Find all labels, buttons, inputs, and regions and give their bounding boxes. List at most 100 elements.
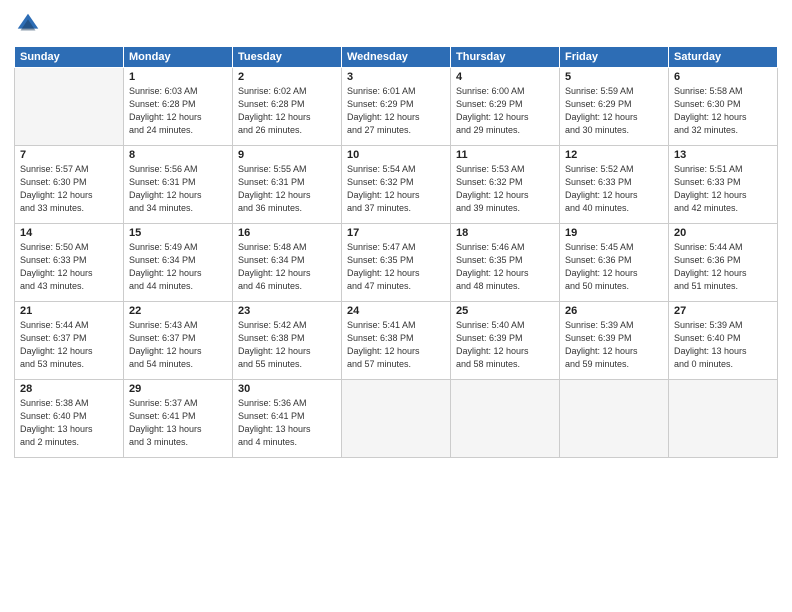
calendar-table: SundayMondayTuesdayWednesdayThursdayFrid…: [14, 46, 778, 458]
weekday-header-tuesday: Tuesday: [233, 47, 342, 68]
day-info: Sunrise: 5:43 AM Sunset: 6:37 PM Dayligh…: [129, 319, 227, 371]
day-number: 29: [129, 383, 227, 395]
day-info: Sunrise: 5:47 AM Sunset: 6:35 PM Dayligh…: [347, 241, 445, 293]
weekday-header-friday: Friday: [560, 47, 669, 68]
weekday-header-sunday: Sunday: [15, 47, 124, 68]
calendar-cell: [15, 68, 124, 146]
day-number: 27: [674, 305, 772, 317]
calendar-cell: 28Sunrise: 5:38 AM Sunset: 6:40 PM Dayli…: [15, 380, 124, 458]
calendar-cell: 5 Sunrise: 5:59 AM Sunset: 6:29 PM Daylig…: [560, 68, 669, 146]
day-number: 30: [238, 383, 336, 395]
day-info: Sunrise: 5:41 AM Sunset: 6:38 PM Dayligh…: [347, 319, 445, 371]
calendar-cell: [669, 380, 778, 458]
calendar-cell: 16 Sunrise: 5:48 AM Sunset: 6:34 PM Dayli…: [233, 224, 342, 302]
weekday-header-monday: Monday: [124, 47, 233, 68]
day-number: 20: [674, 227, 772, 239]
calendar-cell: 8 Sunrise: 5:56 AM Sunset: 6:31 PM Daylig…: [124, 146, 233, 224]
day-info: Sunrise: 5:48 AM Sunset: 6:34 PM Dayligh…: [238, 241, 336, 293]
calendar-cell: [451, 380, 560, 458]
calendar-week-3: 14Sunrise: 5:50 AM Sunset: 6:33 PM Dayli…: [15, 224, 778, 302]
day-number: 14: [20, 227, 118, 239]
day-number: 26: [565, 305, 663, 317]
day-info: Sunrise: 5:44 AM Sunset: 6:37 PM Dayligh…: [20, 319, 118, 371]
day-info: Sunrise: 5:59 AM Sunset: 6:29 PM Dayligh…: [565, 85, 663, 137]
day-number: 17: [347, 227, 445, 239]
day-info: Sunrise: 6:02 AM Sunset: 6:28 PM Dayligh…: [238, 85, 336, 137]
day-info: Sunrise: 5:42 AM Sunset: 6:38 PM Dayligh…: [238, 319, 336, 371]
calendar-cell: 19Sunrise: 5:45 AM Sunset: 6:36 PM Dayli…: [560, 224, 669, 302]
calendar-cell: 1Sunrise: 6:03 AM Sunset: 6:28 PM Daylig…: [124, 68, 233, 146]
day-number: 4: [456, 71, 554, 83]
day-number: 1: [129, 71, 227, 83]
calendar-cell: 20 Sunrise: 5:44 AM Sunset: 6:36 PM Dayli…: [669, 224, 778, 302]
day-info: Sunrise: 6:01 AM Sunset: 6:29 PM Dayligh…: [347, 85, 445, 137]
calendar-cell: 22 Sunrise: 5:43 AM Sunset: 6:37 PM Dayli…: [124, 302, 233, 380]
calendar-cell: 17 Sunrise: 5:47 AM Sunset: 6:35 PM Dayli…: [342, 224, 451, 302]
day-info: Sunrise: 5:53 AM Sunset: 6:32 PM Dayligh…: [456, 163, 554, 215]
weekday-header-saturday: Saturday: [669, 47, 778, 68]
day-number: 23: [238, 305, 336, 317]
calendar-cell: 13 Sunrise: 5:51 AM Sunset: 6:33 PM Dayli…: [669, 146, 778, 224]
day-info: Sunrise: 5:58 AM Sunset: 6:30 PM Dayligh…: [674, 85, 772, 137]
day-number: 3: [347, 71, 445, 83]
day-number: 15: [129, 227, 227, 239]
day-number: 6: [674, 71, 772, 83]
day-info: Sunrise: 5:40 AM Sunset: 6:39 PM Dayligh…: [456, 319, 554, 371]
day-number: 7: [20, 149, 118, 161]
day-info: Sunrise: 5:44 AM Sunset: 6:36 PM Dayligh…: [674, 241, 772, 293]
weekday-header-thursday: Thursday: [451, 47, 560, 68]
calendar-week-1: 1Sunrise: 6:03 AM Sunset: 6:28 PM Daylig…: [15, 68, 778, 146]
day-number: 8: [129, 149, 227, 161]
weekday-header-wednesday: Wednesday: [342, 47, 451, 68]
day-number: 5: [565, 71, 663, 83]
calendar-week-2: 7 Sunrise: 5:57 AM Sunset: 6:30 PM Daylig…: [15, 146, 778, 224]
day-info: Sunrise: 5:57 AM Sunset: 6:30 PM Dayligh…: [20, 163, 118, 215]
day-info: Sunrise: 5:36 AM Sunset: 6:41 PM Dayligh…: [238, 397, 336, 449]
day-number: 24: [347, 305, 445, 317]
day-info: Sunrise: 5:45 AM Sunset: 6:36 PM Dayligh…: [565, 241, 663, 293]
calendar-cell: 4 Sunrise: 6:00 AM Sunset: 6:29 PM Daylig…: [451, 68, 560, 146]
calendar-cell: 21Sunrise: 5:44 AM Sunset: 6:37 PM Dayli…: [15, 302, 124, 380]
day-number: 12: [565, 149, 663, 161]
calendar-cell: [342, 380, 451, 458]
day-number: 2: [238, 71, 336, 83]
calendar-cell: 27 Sunrise: 5:39 AM Sunset: 6:40 PM Dayli…: [669, 302, 778, 380]
day-info: Sunrise: 5:51 AM Sunset: 6:33 PM Dayligh…: [674, 163, 772, 215]
calendar-cell: 18Sunrise: 5:46 AM Sunset: 6:35 PM Dayli…: [451, 224, 560, 302]
day-info: Sunrise: 5:39 AM Sunset: 6:40 PM Dayligh…: [674, 319, 772, 371]
calendar-cell: 2 Sunrise: 6:02 AM Sunset: 6:28 PM Daylig…: [233, 68, 342, 146]
page: SundayMondayTuesdayWednesdayThursdayFrid…: [0, 0, 792, 612]
calendar-cell: 30 Sunrise: 5:36 AM Sunset: 6:41 PM Dayli…: [233, 380, 342, 458]
calendar-cell: 12 Sunrise: 5:52 AM Sunset: 6:33 PM Dayli…: [560, 146, 669, 224]
calendar-cell: 15 Sunrise: 5:49 AM Sunset: 6:34 PM Dayli…: [124, 224, 233, 302]
day-number: 13: [674, 149, 772, 161]
calendar-cell: 23 Sunrise: 5:42 AM Sunset: 6:38 PM Dayli…: [233, 302, 342, 380]
calendar-week-5: 28Sunrise: 5:38 AM Sunset: 6:40 PM Dayli…: [15, 380, 778, 458]
calendar-cell: 14Sunrise: 5:50 AM Sunset: 6:33 PM Dayli…: [15, 224, 124, 302]
day-number: 9: [238, 149, 336, 161]
day-number: 28: [20, 383, 118, 395]
day-info: Sunrise: 5:56 AM Sunset: 6:31 PM Dayligh…: [129, 163, 227, 215]
calendar-cell: 11 Sunrise: 5:53 AM Sunset: 6:32 PM Dayli…: [451, 146, 560, 224]
day-info: Sunrise: 5:49 AM Sunset: 6:34 PM Dayligh…: [129, 241, 227, 293]
calendar-cell: 10Sunrise: 5:54 AM Sunset: 6:32 PM Dayli…: [342, 146, 451, 224]
calendar-cell: 24 Sunrise: 5:41 AM Sunset: 6:38 PM Dayli…: [342, 302, 451, 380]
calendar-cell: 25 Sunrise: 5:40 AM Sunset: 6:39 PM Dayli…: [451, 302, 560, 380]
calendar-cell: 3 Sunrise: 6:01 AM Sunset: 6:29 PM Daylig…: [342, 68, 451, 146]
day-number: 16: [238, 227, 336, 239]
day-info: Sunrise: 5:37 AM Sunset: 6:41 PM Dayligh…: [129, 397, 227, 449]
day-number: 11: [456, 149, 554, 161]
logo-icon: [14, 10, 42, 38]
day-info: Sunrise: 5:46 AM Sunset: 6:35 PM Dayligh…: [456, 241, 554, 293]
calendar-cell: 9Sunrise: 5:55 AM Sunset: 6:31 PM Daylig…: [233, 146, 342, 224]
day-info: Sunrise: 6:00 AM Sunset: 6:29 PM Dayligh…: [456, 85, 554, 137]
calendar-cell: [560, 380, 669, 458]
day-info: Sunrise: 5:52 AM Sunset: 6:33 PM Dayligh…: [565, 163, 663, 215]
day-number: 25: [456, 305, 554, 317]
calendar-week-4: 21Sunrise: 5:44 AM Sunset: 6:37 PM Dayli…: [15, 302, 778, 380]
calendar-cell: 29 Sunrise: 5:37 AM Sunset: 6:41 PM Dayli…: [124, 380, 233, 458]
header: [14, 10, 778, 38]
weekday-header-row: SundayMondayTuesdayWednesdayThursdayFrid…: [15, 47, 778, 68]
day-number: 22: [129, 305, 227, 317]
day-info: Sunrise: 5:39 AM Sunset: 6:39 PM Dayligh…: [565, 319, 663, 371]
